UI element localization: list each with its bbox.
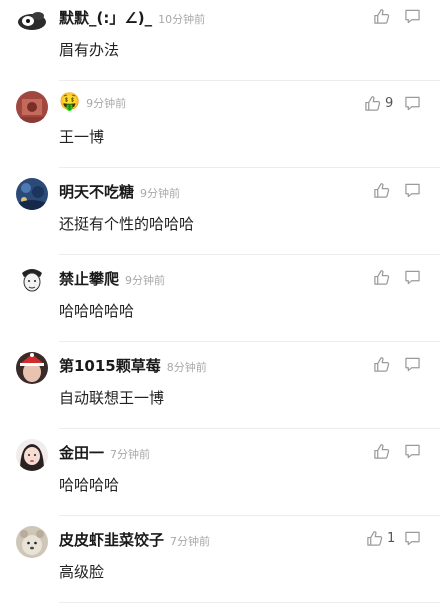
like-button[interactable]: 9 [364, 94, 393, 112]
comment-item: 金田一 7分钟前 哈哈哈哈 [0, 429, 440, 516]
santa-hat-avatar-icon[interactable] [16, 352, 48, 384]
penguin-avatar-icon[interactable] [16, 4, 48, 36]
reply-button[interactable] [404, 357, 421, 372]
reply-bubble-icon [405, 444, 420, 459]
reply-button[interactable] [404, 96, 421, 111]
username[interactable]: 默默_(:」∠)_ [59, 7, 152, 28]
timestamp: 7分钟前 [110, 448, 151, 461]
reply-bubble-icon [405, 183, 420, 198]
comment-text: 哈哈哈哈哈 [59, 302, 135, 320]
sketch-face-avatar-icon[interactable] [16, 265, 48, 297]
thumbs-up-icon [374, 443, 390, 459]
comment-text: 眉有办法 [59, 41, 120, 59]
reply-bubble-icon [405, 357, 420, 372]
timestamp: 9分钟前 [86, 97, 127, 110]
reply-button[interactable] [404, 270, 421, 285]
timestamp: 10分钟前 [158, 13, 206, 26]
thumbs-up-icon [374, 182, 390, 198]
comment-text: 自动联想王一博 [59, 389, 165, 407]
timestamp: 8分钟前 [166, 361, 207, 374]
comment-text: 还挺有个性的哈哈哈 [59, 215, 195, 233]
comment-item: 第1015颗草莓 8分钟前 自动联想王一博 [0, 342, 440, 429]
like-count: 1 [387, 530, 396, 546]
comment-item: 禁止攀爬 9分钟前 哈哈哈哈哈 [0, 255, 440, 342]
username[interactable]: 金田一 [59, 442, 104, 463]
comment-item: 皮皮虾韭菜饺子 7分钟前 高级脸 1 [0, 516, 440, 603]
reply-bubble-icon [405, 270, 420, 285]
username[interactable]: 明天不吃糖 [59, 181, 134, 202]
like-button[interactable] [373, 355, 394, 373]
like-button[interactable] [373, 268, 394, 286]
username[interactable]: 禁止攀爬 [59, 268, 119, 289]
thumbs-up-icon [374, 8, 390, 24]
timestamp: 9分钟前 [125, 274, 166, 287]
thumbs-up-icon [367, 530, 383, 546]
like-button[interactable]: 1 [366, 529, 395, 547]
like-count: 9 [385, 95, 394, 111]
comment-text: 哈哈哈哈 [59, 476, 120, 494]
timestamp: 9分钟前 [140, 187, 181, 200]
comment-list: 默默_(:」∠)_ 10分钟前 眉有办法 🤑 9分钟前 王一博 9 明天不吃糖 … [0, 0, 440, 608]
comment-item: 明天不吃糖 9分钟前 还挺有个性的哈哈哈 [0, 168, 440, 255]
reply-button[interactable] [404, 183, 421, 198]
comment-text: 高级脸 [59, 563, 105, 581]
username[interactable]: 第1015颗草莓 [59, 355, 161, 376]
reply-button[interactable] [404, 9, 421, 24]
like-button[interactable] [373, 7, 394, 25]
reply-button[interactable] [404, 444, 421, 459]
like-button[interactable] [373, 181, 394, 199]
divider [59, 602, 440, 603]
thumbs-up-icon [365, 95, 381, 111]
thumbs-up-icon [374, 269, 390, 285]
comment-item: 🤑 9分钟前 王一博 9 [0, 81, 440, 168]
username[interactable]: 皮皮虾韭菜饺子 [59, 529, 164, 550]
comment-item: 默默_(:」∠)_ 10分钟前 眉有办法 [0, 0, 440, 81]
timestamp: 7分钟前 [170, 535, 211, 548]
reply-bubble-icon [405, 531, 420, 546]
reply-button[interactable] [404, 531, 421, 546]
red-avatar-icon[interactable] [16, 91, 48, 123]
animal-avatar-icon[interactable] [16, 526, 48, 558]
comment-text: 王一博 [59, 128, 105, 146]
like-button[interactable] [373, 442, 394, 460]
thumbs-up-icon [374, 356, 390, 372]
girl-avatar-icon[interactable] [16, 439, 48, 471]
night-avatar-icon[interactable] [16, 178, 48, 210]
reply-bubble-icon [405, 9, 420, 24]
reply-bubble-icon [405, 96, 420, 111]
username[interactable]: 🤑 [59, 94, 80, 111]
